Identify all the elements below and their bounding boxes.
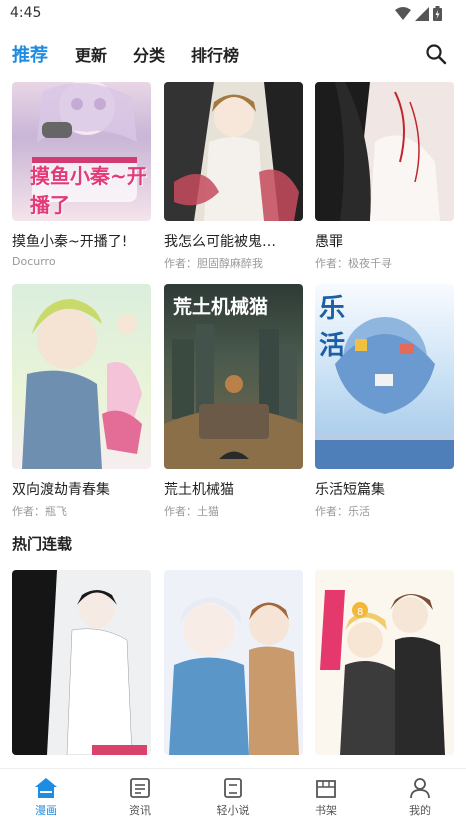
nav-news-label: 资讯 <box>129 804 151 817</box>
nav-profile[interactable]: 我的 <box>390 777 450 818</box>
comic-card[interactable]: 乐 活 乐活短篇集 作者：乐活 <box>315 284 454 519</box>
status-icons <box>395 6 442 21</box>
comic-card[interactable] <box>12 570 151 765</box>
comic-card[interactable]: 摸鱼小秦~开播了 摸鱼小秦~开播了! Docurro <box>12 82 151 268</box>
home-icon <box>35 778 57 798</box>
comic-card[interactable]: 8 <box>315 570 454 765</box>
comic-title: 愚罪 <box>315 234 343 250</box>
nav-profile-label: 我的 <box>409 804 431 817</box>
comic-title: 乐活短篇集 <box>315 482 385 498</box>
battery-icon <box>433 6 442 21</box>
nav-comics-label: 漫画 <box>35 804 57 817</box>
comic-cover <box>12 284 151 469</box>
cover-title-text: 乐 活 <box>319 294 386 361</box>
comic-author: 作者：乐活 <box>315 505 370 518</box>
cover-title-text: 摸鱼小秦~开播了 <box>30 164 147 217</box>
news-icon <box>130 778 150 798</box>
comic-cover: 8 <box>315 570 454 755</box>
comic-author: 作者：极夜千寻 <box>315 257 392 270</box>
comic-cover: 摸鱼小秦~开播了 <box>12 82 151 221</box>
shelf-icon <box>316 780 336 798</box>
tab-recommend[interactable]: 推荐 <box>12 41 48 67</box>
comic-cover <box>164 82 303 221</box>
comic-cover: 荒土机械猫 <box>164 284 303 469</box>
tab-updates[interactable]: 更新 <box>75 42 107 66</box>
comic-card[interactable]: 我怎么可能被鬼… 作者：胆固醇麻醉我 <box>164 82 303 271</box>
comic-cover <box>12 570 151 755</box>
cover-title-text: 荒土机械猫 <box>173 296 269 318</box>
wifi-icon <box>395 6 411 20</box>
comic-card[interactable] <box>164 570 303 765</box>
top-tab-bar: 推荐 更新 分类 排行榜 <box>0 36 466 72</box>
comic-card[interactable]: 双向渡劫青春集 作者：瓶飞 <box>12 284 151 519</box>
signal-icon <box>415 6 429 21</box>
svg-text:8: 8 <box>357 607 363 618</box>
content-scroll-area[interactable]: 摸鱼小秦~开播了 摸鱼小秦~开播了! Docurro 我怎么可能被鬼… 作者：胆… <box>0 82 466 767</box>
status-bar: 4:45 <box>0 0 466 28</box>
comic-author: 作者：胆固醇麻醉我 <box>164 257 263 270</box>
comic-card[interactable]: 荒土机械猫 荒土机械猫 作者：土猫 <box>164 284 303 519</box>
comic-cover <box>164 570 303 755</box>
bottom-nav-bar: 漫画 资讯 轻小说 书架 我的 <box>0 768 466 828</box>
comic-title: 摸鱼小秦~开播了! <box>12 234 128 250</box>
comic-title: 我怎么可能被鬼… <box>164 234 276 250</box>
comic-card[interactable]: 愚罪 作者：极夜千寻 <box>315 82 454 271</box>
nav-light-novel-label: 轻小说 <box>216 804 250 817</box>
comic-author: 作者：土猫 <box>164 505 219 518</box>
comic-author: Docurro <box>12 255 56 268</box>
comic-author: 作者：瓶飞 <box>12 505 67 518</box>
profile-icon <box>410 778 430 799</box>
nav-light-novel[interactable]: 轻小说 <box>203 777 263 818</box>
search-icon <box>426 44 447 65</box>
nav-bookshelf[interactable]: 书架 <box>296 777 356 818</box>
search-button[interactable] <box>424 42 448 66</box>
section-title-hot: 热门连载 <box>12 535 73 553</box>
comic-cover <box>315 82 454 221</box>
comic-title: 双向渡劫青春集 <box>12 482 110 498</box>
status-time: 4:45 <box>10 5 42 21</box>
nav-news[interactable]: 资讯 <box>110 777 170 818</box>
comic-cover: 乐 活 <box>315 284 454 469</box>
tab-ranking[interactable]: 排行榜 <box>191 42 239 66</box>
nav-comics[interactable]: 漫画 <box>16 777 76 818</box>
book-icon <box>224 778 242 798</box>
nav-bookshelf-label: 书架 <box>315 804 337 817</box>
tab-categories[interactable]: 分类 <box>133 42 165 66</box>
comic-title: 荒土机械猫 <box>164 482 234 498</box>
